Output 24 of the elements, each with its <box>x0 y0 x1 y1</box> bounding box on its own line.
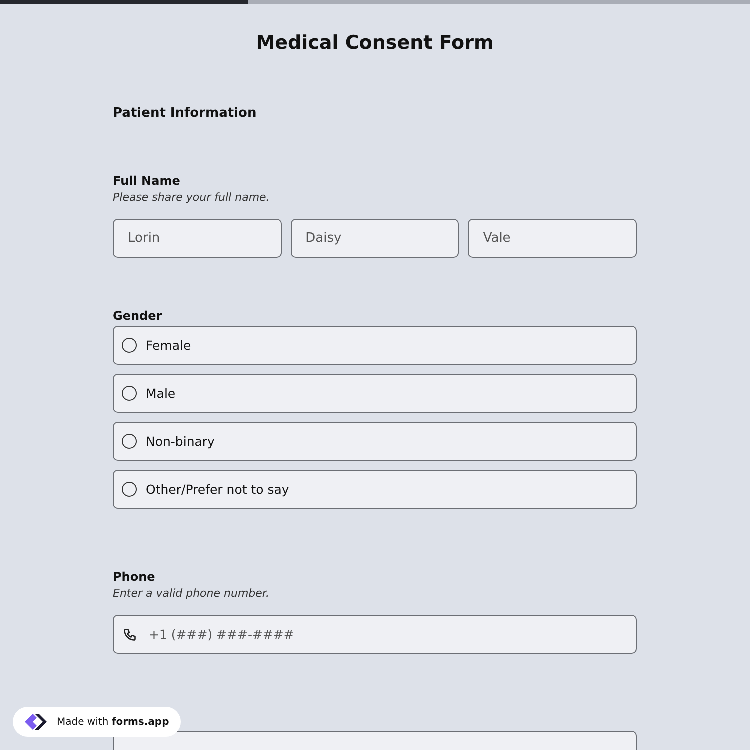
input-field[interactable]: Vale <box>468 219 638 258</box>
radio-option[interactable]: Male <box>113 374 637 413</box>
radio-option[interactable]: Other/Prefer not to say <box>113 470 637 509</box>
input-field[interactable]: Daisy <box>290 219 460 258</box>
radio-icon <box>122 386 137 401</box>
radio-icon <box>122 482 137 497</box>
input-field[interactable]: Lorin <box>113 219 282 258</box>
radio-icon <box>122 338 137 353</box>
radio-icon <box>122 434 137 449</box>
question-label: Phone <box>113 569 156 585</box>
option-label: Female <box>146 338 192 353</box>
form-title: Medical Consent Form <box>255 31 495 56</box>
question-hint: Enter a valid phone number. <box>113 586 270 602</box>
option-label: Male <box>146 386 176 401</box>
question-hint: Please share your full name. <box>113 190 271 206</box>
radio-option[interactable]: Female <box>113 326 637 365</box>
option-label: Other/Prefer not to say <box>146 482 290 497</box>
made-with-badge[interactable]: Made with forms.app <box>13 707 182 737</box>
question-label: Full Name <box>113 173 182 189</box>
option-label: Non-binary <box>146 434 215 449</box>
section-heading: Patient Information <box>113 106 258 121</box>
radio-option[interactable]: Non-binary <box>113 422 637 461</box>
phone-field[interactable]: +1 (###) ###-#### <box>113 615 637 654</box>
question-label: Gender <box>113 308 164 324</box>
